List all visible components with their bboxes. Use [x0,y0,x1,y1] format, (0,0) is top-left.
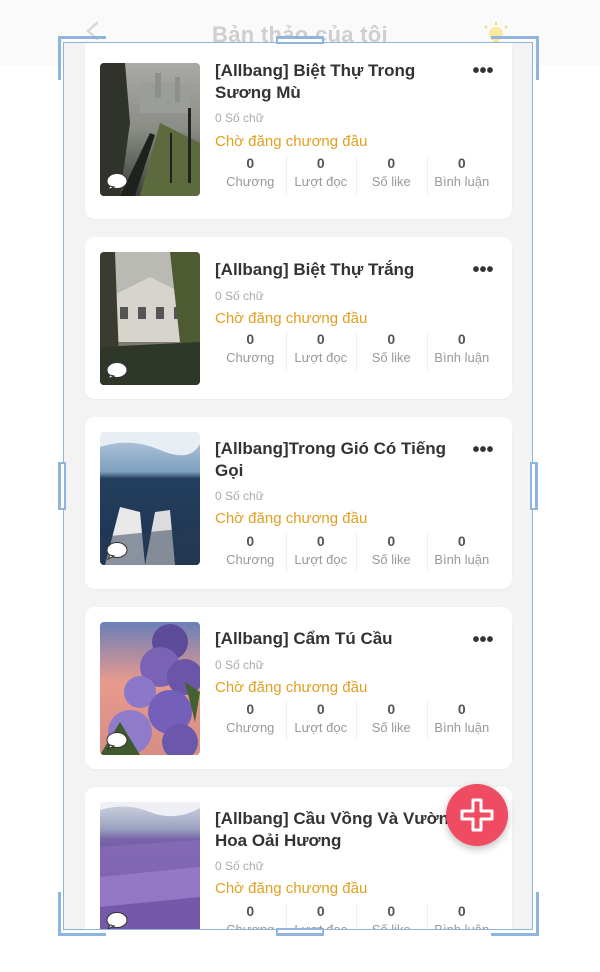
story-stats: 0 Chương 0 Lượt đọc 0 Số like 0 Bình luận [215,154,497,196]
chat-bubble-icon [106,542,128,560]
crop-handle-top[interactable] [276,36,324,44]
crop-handle-top-left[interactable] [58,36,106,80]
stat-reads: 0 Lượt đọc [285,902,357,930]
word-count: 0 Số chữ [215,859,264,873]
crop-handle-top-right[interactable] [491,36,539,80]
story-title[interactable]: [Allbang] Cẩm Tú Cầu [215,628,455,650]
chat-bubble-icon [106,173,128,191]
stat-likes: 0 Số like [356,700,427,742]
stat-likes: 0 Số like [356,330,427,372]
crop-handle-right[interactable] [530,462,538,510]
stat-chapters: 0 Chương [226,155,275,189]
word-count: 0 Số chữ [215,658,264,672]
story-stats: 0 Chương 0 Lượt đọc 0 Số like 0 Bình luận [215,700,497,742]
stat-chapters: 0 Chương [226,903,275,930]
stat-comments: 0 Bình luận [426,330,498,372]
chat-bubble-icon [106,912,128,930]
crop-handle-left[interactable] [58,462,66,510]
story-title[interactable]: [Allbang]Trong Gió Có Tiếng Gọi [215,438,455,482]
story-cover[interactable] [100,622,200,755]
stat-chapters: 0 Chương [226,701,275,735]
story-cover[interactable] [100,432,200,565]
stat-comments: 0 Bình luận [426,700,498,742]
more-icon[interactable]: ••• [470,630,496,650]
stat-reads: 0 Lượt đọc [285,154,357,196]
stat-chapters: 0 Chương [226,533,275,567]
story-title[interactable]: [Allbang] Cầu Vồng Và Vườn Hoa Oải Hương [215,808,455,852]
story-title[interactable]: [Allbang] Biệt Thự Trong Sương Mù [215,60,455,104]
story-card[interactable]: [Allbang] Biệt Thự Trắng ••• 0 Số chữ Ch… [85,237,512,399]
chat-bubble-icon [106,362,128,380]
word-count: 0 Số chữ [215,111,264,125]
word-count: 0 Số chữ [215,489,264,503]
story-card[interactable]: [Allbang] Biệt Thự Trong Sương Mù ••• 0 … [85,42,512,219]
story-card[interactable]: [Allbang] Cẩm Tú Cầu ••• 0 Số chữ Chờ đă… [85,607,512,769]
story-card[interactable]: [Allbang]Trong Gió Có Tiếng Gọi ••• 0 Số… [85,417,512,589]
more-icon[interactable]: ••• [470,440,496,460]
story-cover[interactable] [100,63,200,196]
word-count: 0 Số chữ [215,289,264,303]
status-label: Chờ đăng chương đầu [215,133,368,150]
stat-reads: 0 Lượt đọc [285,700,357,742]
story-stats: 0 Chương 0 Lượt đọc 0 Số like 0 Bình luận [215,532,497,574]
status-label: Chờ đăng chương đầu [215,310,368,327]
stat-reads: 0 Lượt đọc [285,532,357,574]
crop-handle-bottom[interactable] [276,928,324,936]
stat-comments: 0 Bình luận [426,532,498,574]
chat-bubble-icon [106,732,128,750]
crop-handle-bottom-left[interactable] [58,892,106,936]
more-icon[interactable]: ••• [470,260,496,280]
add-story-button[interactable] [446,784,508,846]
status-label: Chờ đăng chương đầu [215,679,368,696]
story-cover[interactable] [100,802,200,930]
stat-likes: 0 Số like [356,902,427,930]
stat-likes: 0 Số like [356,154,427,196]
status-label: Chờ đăng chương đầu [215,880,368,897]
stat-likes: 0 Số like [356,532,427,574]
crop-handle-bottom-right[interactable] [491,892,539,936]
plus-icon [460,798,494,832]
stat-reads: 0 Lượt đọc [285,330,357,372]
stat-chapters: 0 Chương [226,331,275,365]
stat-comments: 0 Bình luận [426,902,498,930]
story-cover[interactable] [100,252,200,385]
story-title[interactable]: [Allbang] Biệt Thự Trắng [215,259,455,281]
story-stats: 0 Chương 0 Lượt đọc 0 Số like 0 Bình luận [215,330,497,372]
status-label: Chờ đăng chương đầu [215,510,368,527]
stat-comments: 0 Bình luận [426,154,498,196]
story-stats: 0 Chương 0 Lượt đọc 0 Số like 0 Bình luận [215,902,497,930]
